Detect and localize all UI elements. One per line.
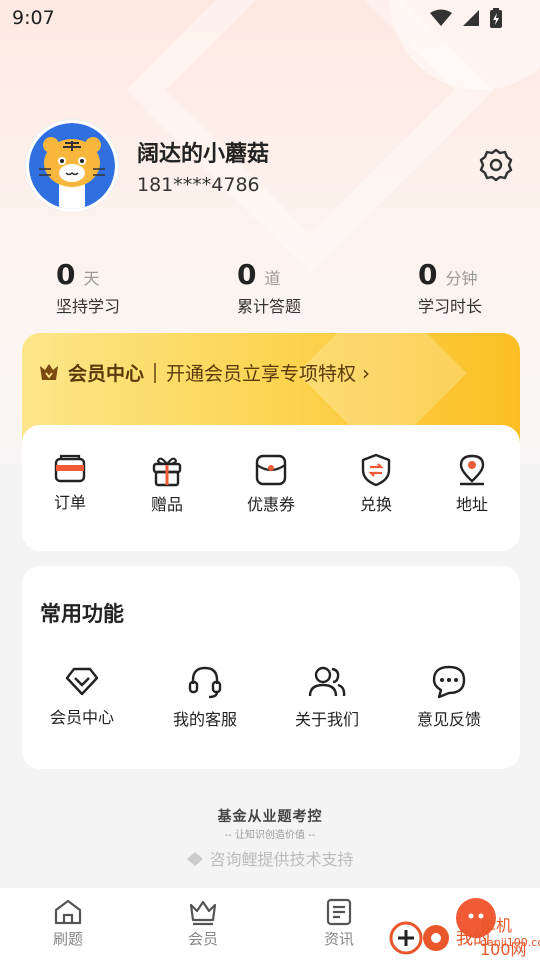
users-icon	[308, 666, 346, 697]
stat-unit: 天	[83, 269, 100, 288]
stat-label: 学习时长	[418, 297, 483, 316]
order-item-label: 优惠券	[246, 495, 295, 514]
nav-tab-label: 资讯	[323, 930, 354, 948]
nav-tab-membership[interactable]: 会员	[168, 898, 238, 949]
stat-study-time: 0 分钟 学习时长	[418, 258, 482, 317]
watermark-url: danji100.com	[480, 936, 540, 949]
coupon-icon	[255, 454, 287, 486]
vip-subtitle: 开通会员立享专项特权	[166, 363, 357, 385]
stat-value: 0	[56, 258, 76, 291]
stat-value: 0	[418, 258, 438, 291]
function-about-us[interactable]: 关于我们	[277, 664, 377, 730]
watermark: 我的 单机100网 danji100.com	[388, 900, 540, 960]
function-label: 意见反馈	[416, 710, 481, 729]
watermark-logo-icon	[389, 921, 449, 955]
order-item-orders[interactable]: 订单	[30, 453, 110, 513]
stat-questions-answered: 0道 累计答题	[237, 258, 301, 317]
chat-icon	[432, 665, 466, 699]
function-label: 我的客服	[172, 710, 237, 729]
function-label: 关于我们	[294, 710, 359, 729]
footer-support-text: 咨询鲤提供技术支持	[209, 850, 354, 869]
stat-label: 坚持学习	[56, 297, 121, 316]
footer-support: 咨询鲤提供技术支持	[0, 846, 540, 870]
status-time: 9:07	[12, 7, 55, 29]
vip-title: 会员中心	[68, 363, 145, 385]
order-item-label: 赠品	[150, 495, 183, 514]
divider	[154, 362, 157, 383]
function-feedback[interactable]: 意见反馈	[399, 664, 499, 730]
diamond-icon	[65, 667, 99, 696]
nav-tab-news[interactable]: 资讯	[304, 898, 374, 949]
phone-number: 181****4786	[137, 174, 260, 196]
crown-icon	[189, 900, 217, 926]
wallet-icon	[54, 454, 86, 483]
stat-label: 累计答题	[237, 297, 302, 316]
order-item-exchange[interactable]: 兑换	[336, 453, 416, 515]
status-icons	[430, 8, 502, 28]
footer-title: 基金从业题考控	[217, 809, 323, 825]
order-item-gifts[interactable]: 赠品	[127, 453, 207, 515]
wifi-icon	[430, 9, 452, 26]
status-bar: 9:07	[0, 0, 540, 36]
stat-value: 0	[237, 258, 257, 291]
settings-button[interactable]	[478, 147, 514, 183]
order-item-label: 订单	[53, 493, 86, 512]
gear-icon	[479, 148, 513, 182]
footer-slogan: -- 让知识创造价值 --	[224, 830, 316, 841]
logo-icon	[187, 852, 204, 866]
location-icon	[459, 454, 485, 486]
headset-icon	[188, 666, 222, 699]
function-vip-center[interactable]: 会员中心	[32, 664, 132, 728]
tiger-avatar-icon	[29, 123, 115, 209]
order-item-label: 地址	[455, 495, 488, 514]
order-item-coupons[interactable]: 优惠券	[231, 453, 311, 515]
vip-crown-icon	[40, 363, 58, 380]
orders-card: 订单 赠品 优惠券 兑换 地址	[22, 425, 520, 551]
exchange-icon	[361, 453, 391, 487]
vip-row: 会员中心 开通会员立享专项特权 ›	[38, 359, 370, 386]
order-item-address[interactable]: 地址	[432, 453, 512, 515]
common-functions-card: 常用功能 会员中心 我的客服 关于我们 意见反馈	[22, 566, 520, 769]
nav-tab-label: 会员	[187, 930, 218, 948]
signal-icon	[463, 10, 479, 26]
chevron-right-icon: ›	[362, 360, 371, 385]
stat-unit: 分钟	[445, 269, 478, 288]
battery-icon	[490, 8, 502, 28]
order-item-label: 兑换	[359, 495, 392, 514]
home-icon	[54, 899, 82, 925]
section-title: 常用功能	[40, 602, 124, 626]
username: 阔达的小蘑菇	[137, 142, 270, 167]
news-icon	[326, 898, 352, 926]
nav-tab-practice[interactable]: 刷题	[33, 898, 103, 949]
avatar[interactable]	[26, 120, 118, 212]
stat-unit: 道	[264, 269, 281, 288]
gift-icon	[152, 457, 182, 487]
function-customer-service[interactable]: 我的客服	[155, 664, 255, 730]
function-label: 会员中心	[49, 708, 114, 727]
nav-tab-label: 刷题	[52, 930, 83, 948]
stat-study-days: 0天 坚持学习	[56, 258, 120, 317]
